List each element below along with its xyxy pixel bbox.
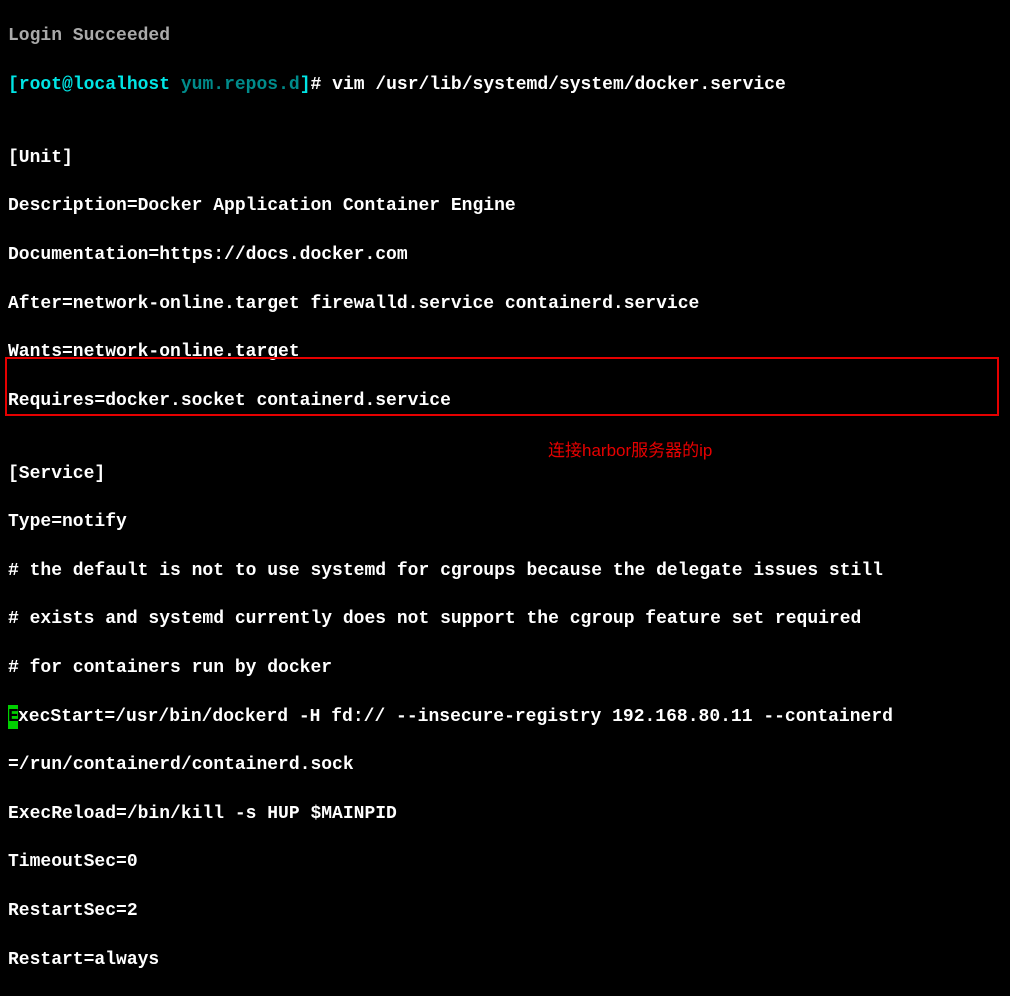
wants-line: Wants=network-online.target: [8, 340, 1002, 364]
prompt-bracket-open: [: [8, 75, 19, 95]
prompt-command: vim /usr/lib/systemd/system/docker.servi…: [332, 75, 786, 95]
restart-line: Restart=always: [8, 948, 1002, 972]
prompt-dir: yum.repos.d: [181, 75, 300, 95]
after-line: After=network-online.target firewalld.se…: [8, 292, 1002, 316]
service-section-line: [Service]: [8, 462, 1002, 486]
execreload-line: ExecReload=/bin/kill -s HUP $MAINPID: [8, 802, 1002, 826]
prompt-hash: #: [311, 75, 333, 95]
comment-line-1: # the default is not to use systemd for …: [8, 559, 1002, 583]
comment-line-2: # exists and systemd currently does not …: [8, 607, 1002, 631]
login-succeeded-line: Login Succeeded: [8, 24, 1002, 48]
documentation-line: Documentation=https://docs.docker.com: [8, 243, 1002, 267]
timeoutsec-line: TimeoutSec=0: [8, 850, 1002, 874]
unit-section-line: [Unit]: [8, 146, 1002, 170]
comment-line-3: # for containers run by docker: [8, 656, 1002, 680]
description-line: Description=Docker Application Container…: [8, 194, 1002, 218]
terminal-output[interactable]: Login Succeeded [root@localhost yum.repo…: [0, 0, 1010, 996]
execstart-rest: xecStart=/usr/bin/dockerd -H fd:// --ins…: [18, 707, 893, 727]
execstart-line-2: =/run/containerd/containerd.sock: [8, 753, 1002, 777]
execstart-line-1: ExecStart=/usr/bin/dockerd -H fd:// --in…: [8, 705, 1002, 729]
restartsec-line: RestartSec=2: [8, 899, 1002, 923]
type-line: Type=notify: [8, 510, 1002, 534]
annotation-text: 连接harbor服务器的ip: [548, 440, 712, 463]
prompt-line: [root@localhost yum.repos.d]# vim /usr/l…: [8, 73, 1002, 97]
prompt-bracket-close: ]: [300, 75, 311, 95]
prompt-user-host: root@localhost: [19, 75, 170, 95]
requires-line: Requires=docker.socket containerd.servic…: [8, 389, 1002, 413]
cursor-position: E: [8, 705, 18, 729]
prompt-space: [170, 75, 181, 95]
